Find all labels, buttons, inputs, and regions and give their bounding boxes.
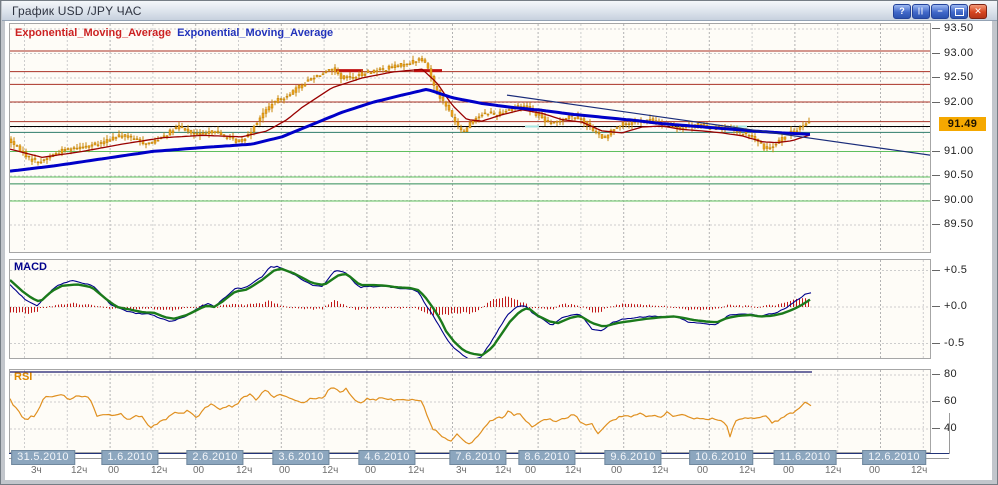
time-label: 00 [279, 465, 290, 476]
time-label: 12ч [322, 465, 338, 476]
date-label: 4.6.2010 [358, 450, 415, 465]
time-label: 12ч [739, 465, 755, 476]
date-label: 12.6.2010 [862, 450, 926, 465]
date-label: 7.6.2010 [449, 450, 506, 465]
time-label: 00 [108, 465, 119, 476]
time-label: 12ч [495, 465, 511, 476]
time-label: 00 [869, 465, 880, 476]
date-label: 10.6.2010 [689, 450, 753, 465]
time-label: 3ч [31, 465, 42, 476]
time-label: 00 [783, 465, 794, 476]
time-label: 00 [525, 465, 536, 476]
date-label: 2.6.2010 [186, 450, 243, 465]
time-label: 12ч [151, 465, 167, 476]
time-label: 12ч [825, 465, 841, 476]
date-label: 31.5.2010 [11, 450, 75, 465]
time-label: 12ч [652, 465, 668, 476]
time-label: 3ч [456, 465, 467, 476]
time-label: 00 [193, 465, 204, 476]
date-label: 9.6.2010 [604, 450, 661, 465]
date-label: 3.6.2010 [272, 450, 329, 465]
time-label: 00 [365, 465, 376, 476]
chart-window: График USD /JPY ЧАС ?||−✕ Exponential_Mo… [0, 0, 998, 485]
time-axis-line [949, 413, 950, 454]
time-label: 00 [611, 465, 622, 476]
time-label: 12ч [408, 465, 424, 476]
time-label: 00 [697, 465, 708, 476]
date-label: 8.6.2010 [518, 450, 575, 465]
time-label: 12ч [911, 465, 927, 476]
time-axis: 31.5.20103ч12ч1.6.20100012ч2.6.20100012ч… [1, 1, 998, 485]
date-label: 1.6.2010 [101, 450, 158, 465]
time-label: 12ч [71, 465, 87, 476]
time-label: 12ч [565, 465, 581, 476]
date-label: 11.6.2010 [774, 450, 837, 465]
time-label: 12ч [236, 465, 252, 476]
